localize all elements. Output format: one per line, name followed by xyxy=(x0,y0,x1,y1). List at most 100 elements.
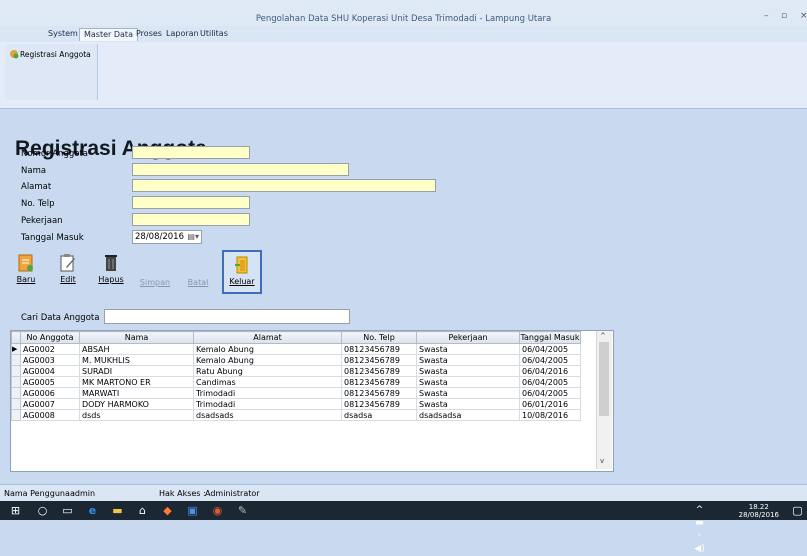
table-cell[interactable]: dsadsads xyxy=(193,409,342,421)
no-telp-input[interactable] xyxy=(132,196,250,209)
simpan-button[interactable]: Simpan xyxy=(137,250,173,294)
table-row[interactable]: AG0004 SURADI Ratu Abung 08123456789 Swa… xyxy=(11,365,581,377)
table-cell[interactable]: AG0005 xyxy=(20,376,80,388)
table-cell[interactable]: SURADI xyxy=(79,365,194,377)
menu-master-data[interactable]: Master Data xyxy=(79,28,138,41)
scrollbar-thumb[interactable] xyxy=(599,342,609,416)
table-cell[interactable]: Swasta xyxy=(416,376,520,388)
table-cell[interactable]: Candimas xyxy=(193,376,342,388)
table-cell[interactable]: Swasta xyxy=(416,365,520,377)
minimize-button[interactable]: – xyxy=(764,11,769,21)
table-row[interactable]: AG0007 DODY HARMOKO Trimodadi 0812345678… xyxy=(11,398,581,410)
maximize-button[interactable]: ▫ xyxy=(781,11,787,21)
column-header[interactable]: Alamat xyxy=(193,331,342,344)
pekerjaan-input[interactable] xyxy=(132,213,250,226)
nama-input[interactable] xyxy=(132,163,349,176)
system-tray-icons[interactable]: ^ ▬ ◦ ◀) xyxy=(693,504,706,554)
tanggal-masuk-picker[interactable]: 28/08/2016 ▤▾ xyxy=(132,230,202,244)
clock[interactable]: 18.22 28/08/2016 xyxy=(739,503,779,519)
column-header[interactable]: No Anggota xyxy=(20,331,80,344)
table-cell[interactable]: Trimodadi xyxy=(193,398,342,410)
search-input[interactable] xyxy=(104,309,350,324)
table-cell[interactable]: 08123456789 xyxy=(341,376,417,388)
calendar-dropdown-icon[interactable]: ▤▾ xyxy=(187,232,199,241)
table-cell[interactable]: MARWATI xyxy=(79,387,194,399)
menu-system[interactable]: System xyxy=(44,28,82,40)
table-cell[interactable]: dsadsadsa xyxy=(416,409,520,421)
chrome-icon[interactable]: ◉ xyxy=(211,504,224,517)
app-icon[interactable]: ✎ xyxy=(236,504,249,517)
menu-utilitas[interactable]: Utilitas xyxy=(196,28,232,40)
app-icon[interactable]: ◆ xyxy=(161,504,174,517)
column-header[interactable]: Tanggal Masuk xyxy=(519,331,581,344)
table-cell[interactable]: AG0006 xyxy=(20,387,80,399)
windows-start-icon[interactable]: ⊞ xyxy=(9,504,22,517)
app-icon[interactable]: ▣ xyxy=(186,504,199,517)
table-cell[interactable]: AG0007 xyxy=(20,398,80,410)
table-cell[interactable]: Swasta xyxy=(416,398,520,410)
edge-browser-icon[interactable]: e xyxy=(86,504,99,517)
table-cell[interactable]: 08123456789 xyxy=(341,398,417,410)
table-cell[interactable]: 06/04/2005 xyxy=(519,343,581,355)
table-cell[interactable]: 06/04/2005 xyxy=(519,354,581,366)
table-cell[interactable]: Ratu Abung xyxy=(193,365,342,377)
close-button[interactable]: × xyxy=(800,11,807,21)
table-cell[interactable]: 06/04/2016 xyxy=(519,365,581,377)
notification-icon[interactable]: ▢ xyxy=(791,504,804,517)
store-icon[interactable]: ⌂ xyxy=(136,504,149,517)
alamat-input[interactable] xyxy=(132,179,436,192)
table-cell[interactable]: 06/04/2005 xyxy=(519,376,581,388)
table-cell[interactable]: Swasta xyxy=(416,343,520,355)
table-cell[interactable]: Trimodadi xyxy=(193,387,342,399)
registrasi-anggota-button[interactable]: Registrasi Anggota xyxy=(5,44,98,100)
column-header[interactable]: Pekerjaan xyxy=(416,331,520,344)
table-cell[interactable]: Kemalo Abung xyxy=(193,354,342,366)
table-cell[interactable]: 08123456789 xyxy=(341,343,417,355)
table-cell[interactable]: 10/08/2016 xyxy=(519,409,581,421)
batal-button[interactable]: Batal xyxy=(183,250,213,294)
table-cell[interactable]: 08123456789 xyxy=(341,354,417,366)
column-header[interactable]: No. Telp xyxy=(341,331,417,344)
table-cell[interactable]: 06/04/2005 xyxy=(519,387,581,399)
scroll-down-icon[interactable]: v xyxy=(600,457,604,465)
table-cell[interactable]: MK MARTONO ER xyxy=(79,376,194,388)
table-row[interactable]: AG0008 dsds dsadsads dsadsa dsadsadsa 10… xyxy=(11,409,581,421)
table-cell[interactable]: DODY HARMOKO xyxy=(79,398,194,410)
file-explorer-icon[interactable]: ▬ xyxy=(111,504,124,517)
table-cell[interactable]: 06/01/2016 xyxy=(519,398,581,410)
table-row[interactable]: AG0006 MARWATI Trimodadi 08123456789 Swa… xyxy=(11,387,581,399)
table-cell[interactable]: 08123456789 xyxy=(341,365,417,377)
edit-button[interactable]: Edit xyxy=(53,250,83,294)
keluar-button[interactable]: Keluar xyxy=(222,250,262,294)
row-indicator-header xyxy=(11,331,21,344)
table-row[interactable]: ▶ AG0002 ABSAH Kemalo Abung 08123456789 … xyxy=(11,343,581,355)
table-cell[interactable]: Swasta xyxy=(416,387,520,399)
table-cell[interactable]: M. MUKHLIS xyxy=(79,354,194,366)
task-view-icon[interactable]: ▭ xyxy=(61,504,74,517)
data-grid[interactable]: No Anggota Nama Alamat No. Telp Pekerjaa… xyxy=(10,330,614,472)
scroll-up-icon[interactable]: ^ xyxy=(600,332,606,340)
table-cell[interactable]: 08123456789 xyxy=(341,387,417,399)
hapus-button[interactable]: Hapus xyxy=(95,250,127,294)
table-row[interactable]: AG0003 M. MUKHLIS Kemalo Abung 081234567… xyxy=(11,354,581,366)
table-cell[interactable]: AG0008 xyxy=(20,409,80,421)
table-cell[interactable]: dsadsa xyxy=(341,409,417,421)
table-cell[interactable]: dsds xyxy=(79,409,194,421)
table-cell[interactable]: Swasta xyxy=(416,354,520,366)
table-cell[interactable]: AG0003 xyxy=(20,354,80,366)
table-cell[interactable]: AG0004 xyxy=(20,365,80,377)
baru-button[interactable]: Baru xyxy=(11,250,41,294)
table-cell[interactable]: AG0002 xyxy=(20,343,80,355)
vertical-scrollbar[interactable]: ^ v xyxy=(596,331,612,469)
user-add-icon xyxy=(10,50,19,59)
new-document-icon xyxy=(18,254,33,272)
clock-date: 28/08/2016 xyxy=(738,511,779,519)
row-indicator xyxy=(11,354,21,366)
table-cell[interactable]: Kemalo Abung xyxy=(193,343,342,355)
search-icon[interactable]: ○ xyxy=(36,504,49,517)
nomor-anggota-input[interactable] xyxy=(132,146,250,159)
table-cell[interactable]: ABSAH xyxy=(79,343,194,355)
menu-proses[interactable]: Proses xyxy=(132,28,166,40)
table-row[interactable]: AG0005 MK MARTONO ER Candimas 0812345678… xyxy=(11,376,581,388)
column-header[interactable]: Nama xyxy=(79,331,194,344)
